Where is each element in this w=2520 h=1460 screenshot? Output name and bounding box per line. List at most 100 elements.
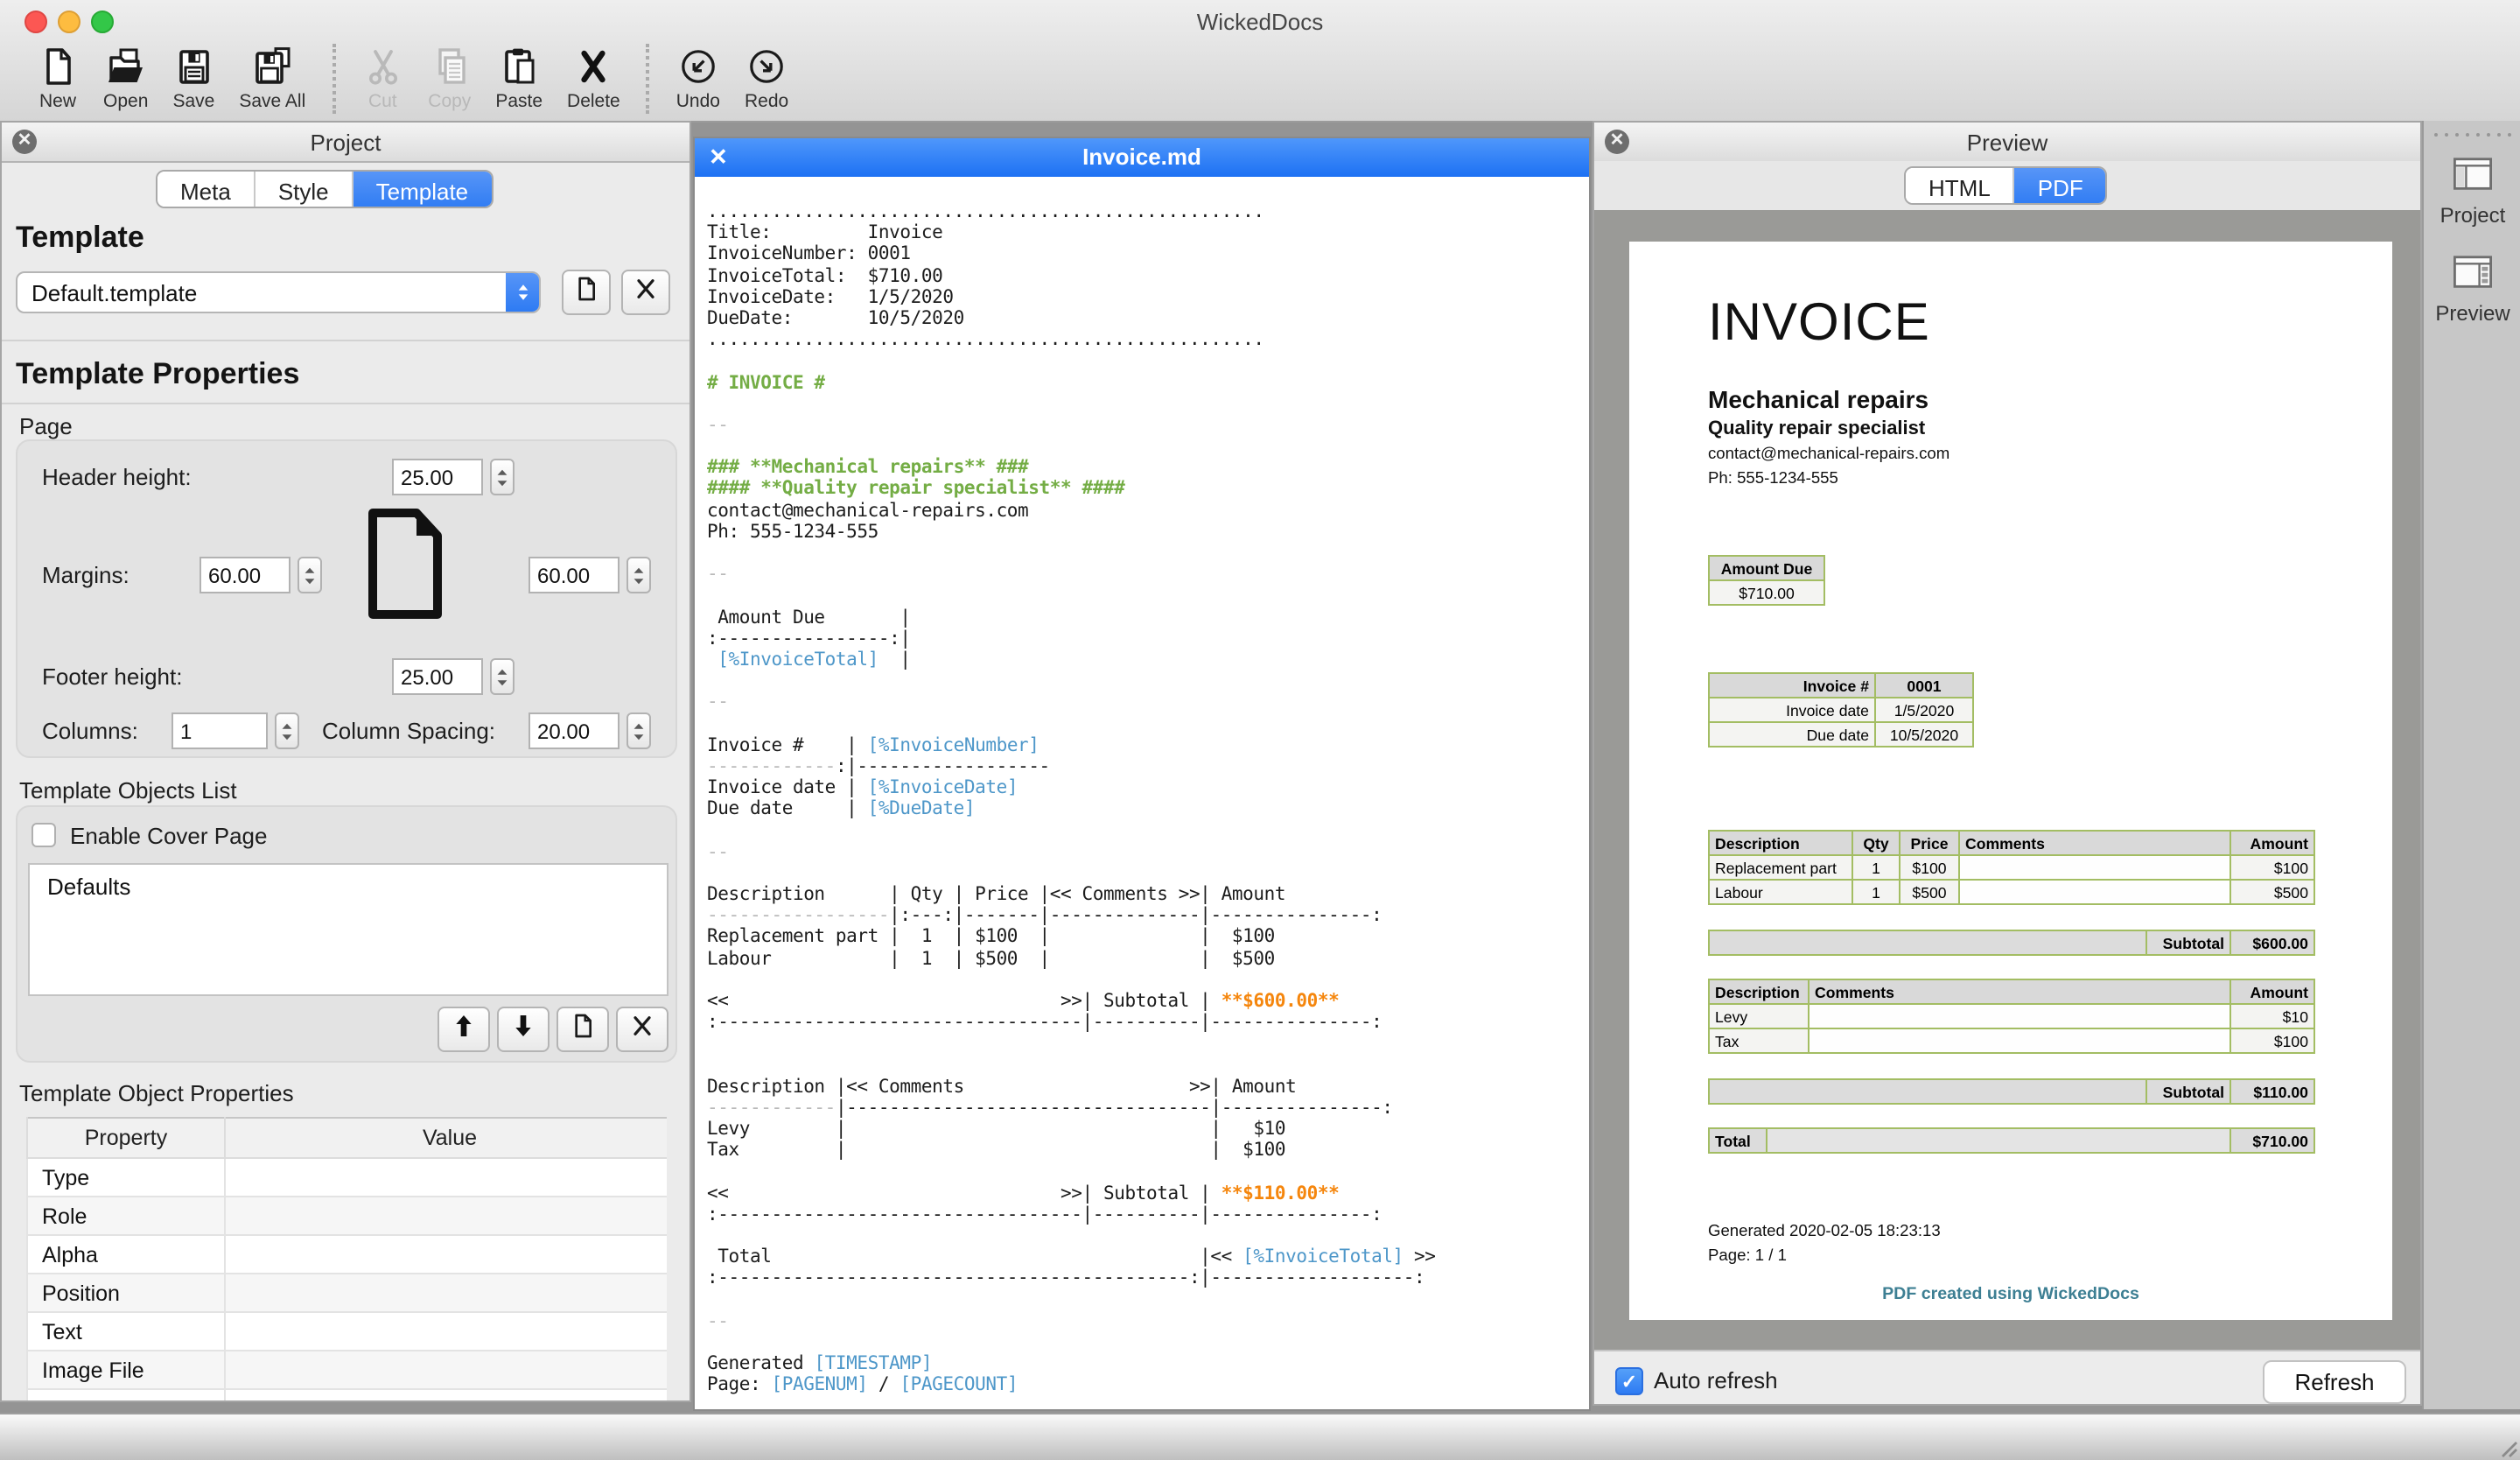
tab-html[interactable]: HTML (1906, 168, 2013, 205)
header-height-stepper[interactable] (490, 459, 514, 495)
table-row: Replacement part1$100$100 (1709, 855, 2314, 880)
property-value-cell[interactable] (225, 1158, 667, 1197)
toolbar-item-new[interactable]: New (37, 46, 79, 112)
table-cell (1709, 1079, 2146, 1104)
header-height-input[interactable] (392, 459, 483, 495)
toolbar-item-label: Copy (428, 91, 471, 112)
table-cell (1809, 1028, 2230, 1053)
toolbar-item-redo[interactable]: Redo (745, 46, 788, 112)
editor-line: :----------------------------------|----… (707, 1204, 1589, 1225)
object-properties-table: PropertyValue TypeRoleAlphaPositionTextI… (26, 1117, 667, 1402)
refresh-button[interactable]: Refresh (2263, 1360, 2406, 1404)
new-template-button[interactable] (562, 270, 611, 315)
editor-line (707, 713, 1589, 734)
table-row: Tax$100 (1709, 1028, 2314, 1053)
resize-grip-icon[interactable] (2497, 1437, 2518, 1458)
property-value-cell[interactable] (225, 1389, 667, 1402)
footer-height-label: Footer height: (42, 663, 182, 690)
toolbar-item-open[interactable]: Open (103, 46, 148, 112)
dock-item-project[interactable]: Project (2424, 152, 2520, 228)
preview-bottom-bar: ✓ Auto refresh Refresh (1594, 1350, 2422, 1406)
drag-handle-icon[interactable] (2424, 133, 2520, 137)
new-object-button[interactable] (556, 1007, 609, 1052)
objects-list[interactable]: Defaults (28, 863, 668, 996)
move-down-button[interactable] (497, 1007, 550, 1052)
table-row: Invoice #0001 (1709, 673, 1973, 698)
table-row[interactable]: Role (27, 1197, 667, 1235)
editor-line (707, 1225, 1589, 1246)
editor-line: # INVOICE # (707, 372, 1589, 393)
property-name-cell: Role (27, 1197, 225, 1235)
editor-line: Ph: 555-1234-555 (707, 522, 1589, 543)
project-panel-header: ✕ Project (2, 123, 690, 163)
table-row: Total$710.00 (1709, 1128, 2314, 1153)
property-value-cell[interactable] (225, 1312, 667, 1351)
table-cell: 0001 (1875, 673, 1973, 698)
delete-template-button[interactable] (621, 270, 670, 315)
columns-stepper[interactable] (275, 712, 299, 749)
tab-meta[interactable]: Meta (158, 172, 254, 208)
table-cell: $100 (2230, 855, 2314, 880)
invoice-email: contact@mechanical-repairs.com (1708, 445, 1950, 462)
tab-template[interactable]: Template (352, 172, 492, 208)
chevron-up-down-icon[interactable] (506, 273, 539, 312)
table-cell: $600.00 (2230, 930, 2314, 955)
property-value-cell[interactable] (225, 1235, 667, 1274)
toolbar-item-save-all[interactable]: Save All (239, 46, 305, 112)
delete-object-button[interactable] (616, 1007, 668, 1052)
auto-refresh-checkbox[interactable]: ✓ (1615, 1367, 1643, 1395)
toolbar-item-copy[interactable]: Copy (428, 46, 471, 112)
list-item-defaults[interactable]: Defaults (30, 865, 667, 900)
editor-line: [%InvoiceTotal] | (707, 649, 1589, 670)
footer-height-stepper[interactable] (490, 658, 514, 695)
table-cell: $100 (1900, 855, 1959, 880)
tab-pdf[interactable]: PDF (2013, 168, 2106, 205)
table-cell: $500 (1900, 880, 1959, 904)
project-panel-icon (2424, 152, 2520, 203)
toolbar-item-paste[interactable]: Paste (495, 46, 542, 112)
preview-panel-icon (2424, 250, 2520, 301)
cover-page-label: Enable Cover Page (70, 823, 268, 849)
table-row[interactable]: Image File (27, 1351, 667, 1389)
toolbar-item-undo[interactable]: Undo (676, 46, 720, 112)
margin-right-stepper[interactable] (626, 557, 651, 593)
editor-line: :----------------------------------|----… (707, 1012, 1589, 1033)
dock-item-preview[interactable]: Preview (2424, 250, 2520, 326)
header-height-label: Header height: (42, 464, 192, 490)
margin-left-input[interactable] (200, 557, 290, 593)
property-value-cell[interactable] (225, 1274, 667, 1312)
columns-input[interactable] (172, 712, 268, 749)
cover-page-checkbox[interactable] (32, 823, 56, 847)
move-up-button[interactable] (438, 1007, 490, 1052)
table-row[interactable]: Text (27, 1312, 667, 1351)
editor-line (707, 863, 1589, 884)
editor-line (707, 1162, 1589, 1183)
editor-line: Labour | 1 | $500 | | $500 (707, 948, 1589, 969)
toolbar-item-label: Redo (745, 91, 788, 112)
property-name-cell: Position (27, 1274, 225, 1312)
table-cell: $100 (2230, 1028, 2314, 1053)
tab-style[interactable]: Style (254, 172, 352, 208)
template-object-properties-label: Template Object Properties (19, 1080, 294, 1106)
toolbar-item-save[interactable]: Save (172, 46, 214, 112)
margin-right-input[interactable] (528, 557, 620, 593)
property-value-cell[interactable] (225, 1197, 667, 1235)
editor-line (707, 436, 1589, 457)
preview-canvas: INVOICE Mechanical repairs Quality repai… (1594, 210, 2422, 1350)
save-icon (172, 46, 214, 88)
toolbar-item-delete[interactable]: Delete (567, 46, 620, 112)
property-value-cell[interactable] (225, 1351, 667, 1389)
table-row[interactable]: Alpha (27, 1235, 667, 1274)
table-row[interactable]: Type (27, 1158, 667, 1197)
template-select[interactable]: Default.template (16, 271, 541, 313)
editor-line: ------------:|------------------ (707, 756, 1589, 777)
editor-content[interactable]: ........................................… (695, 177, 1589, 1409)
table-cell: Labour (1709, 880, 1852, 904)
column-spacing-stepper[interactable] (626, 712, 651, 749)
column-spacing-input[interactable] (528, 712, 620, 749)
margin-left-stepper[interactable] (298, 557, 322, 593)
footer-height-input[interactable] (392, 658, 483, 695)
toolbar-item-cut[interactable]: Cut (361, 46, 403, 112)
table-row[interactable]: Position (27, 1274, 667, 1312)
table-row[interactable] (27, 1389, 667, 1402)
